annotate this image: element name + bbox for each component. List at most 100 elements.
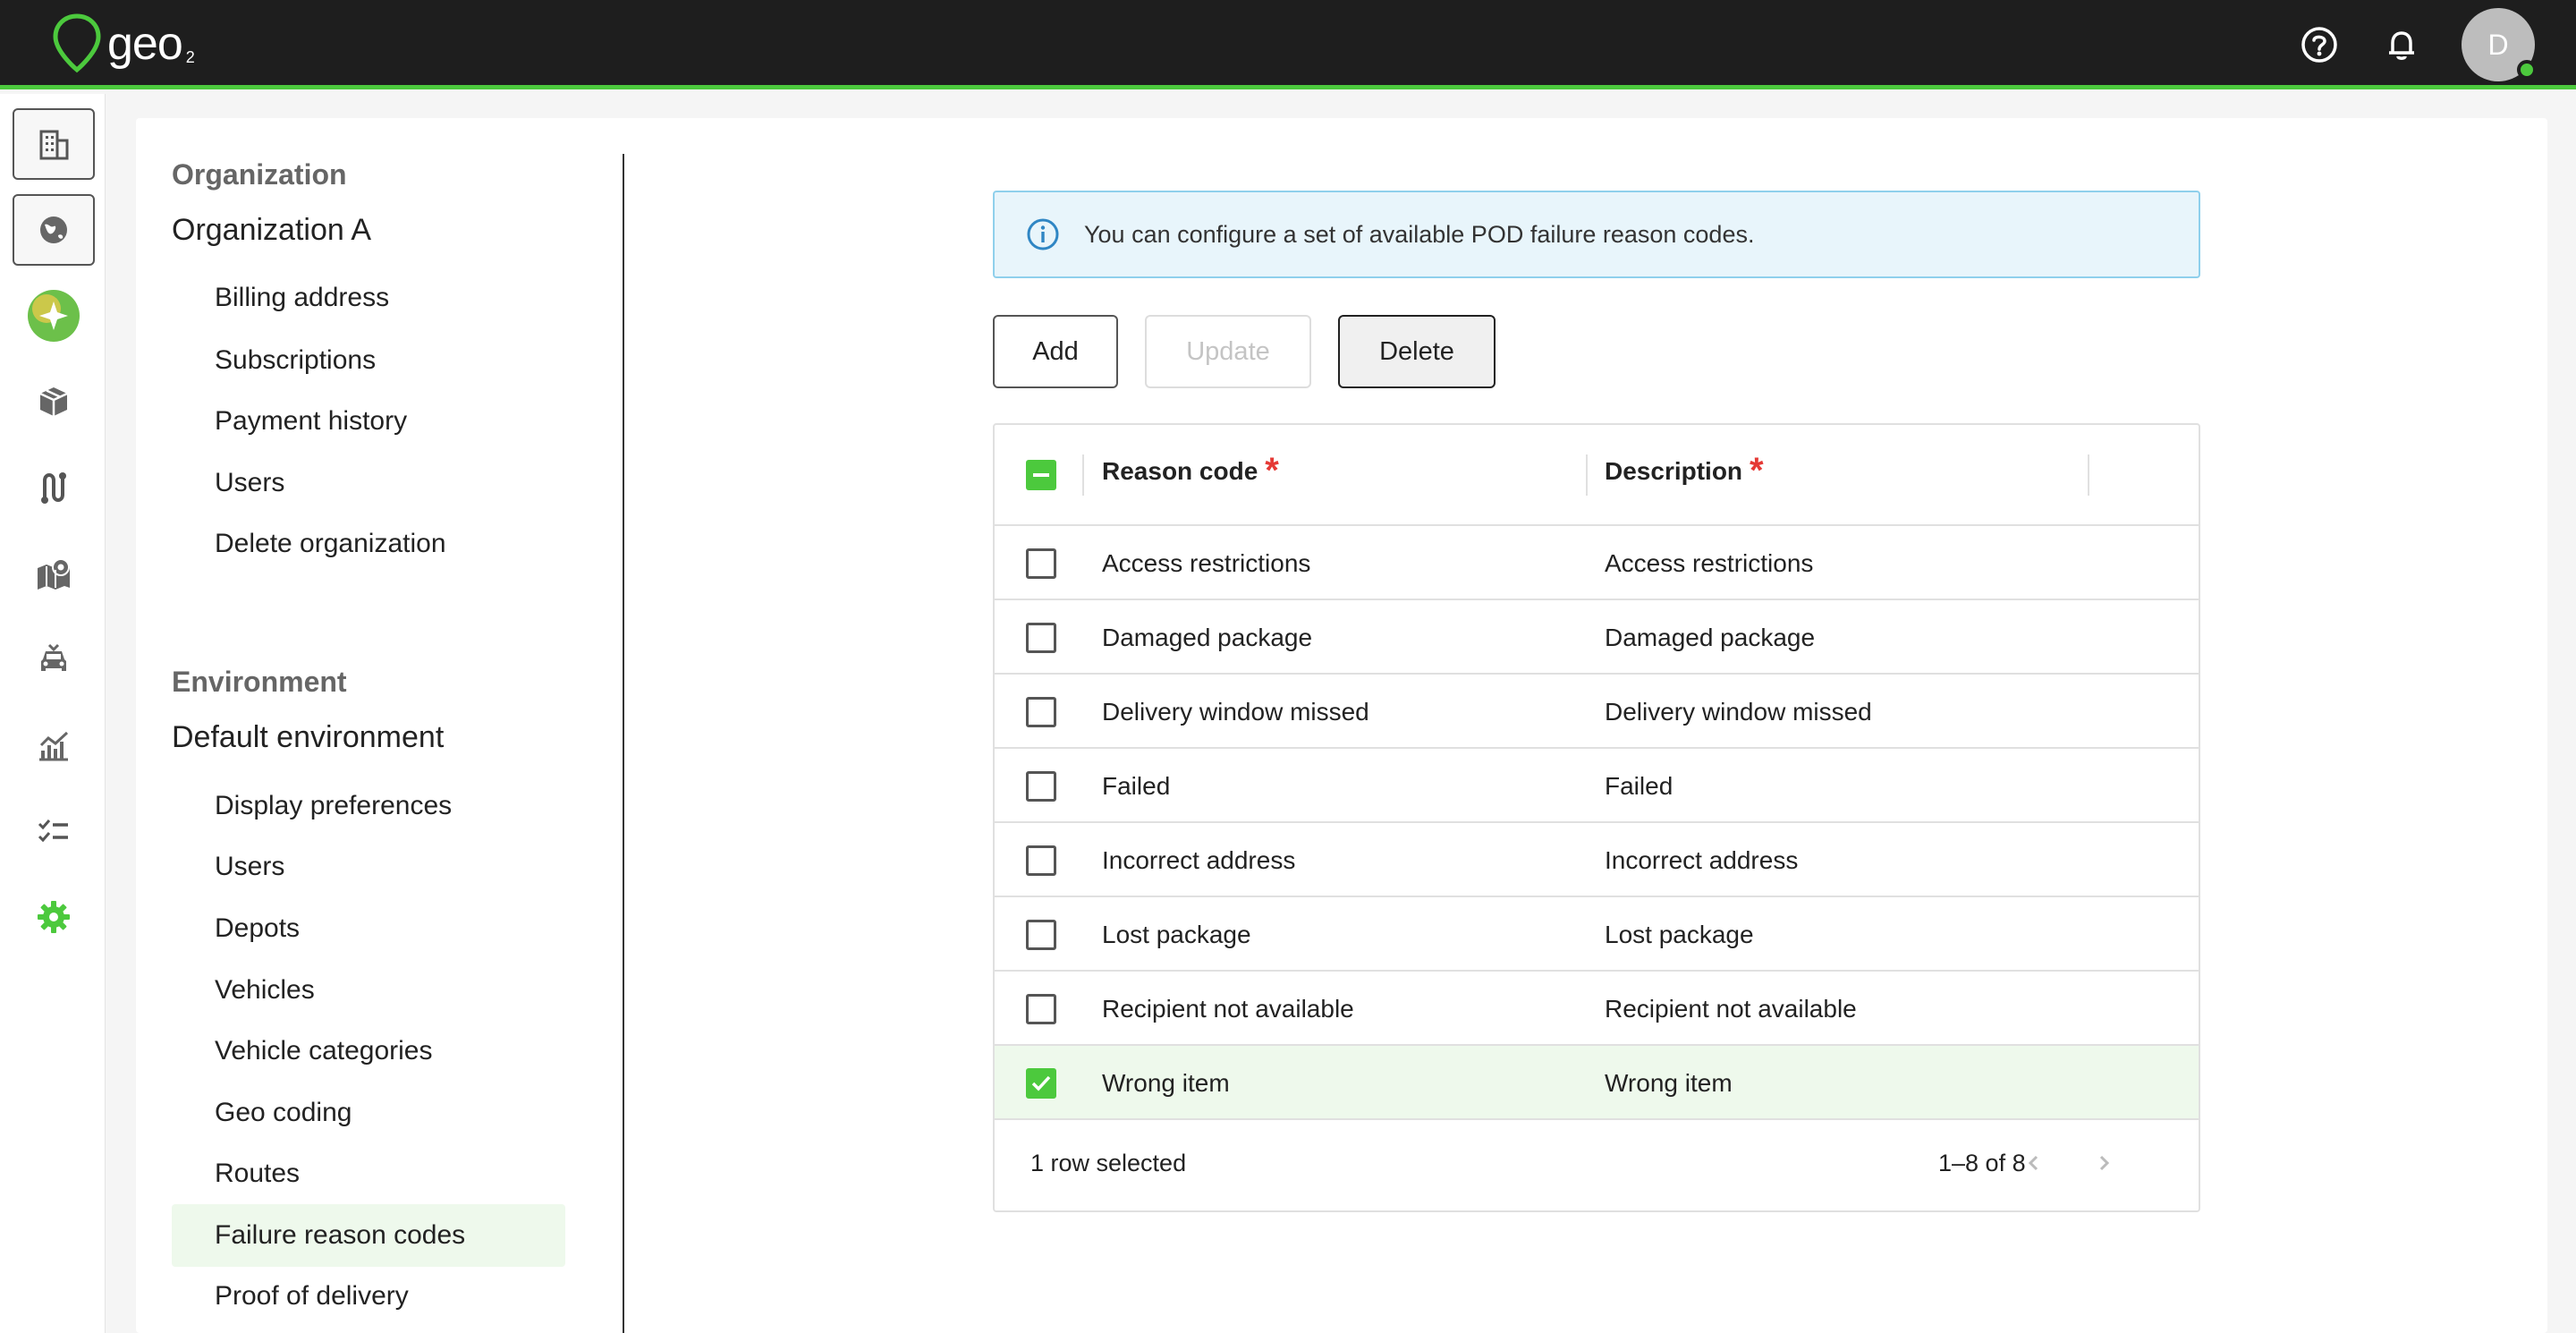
package-icon[interactable] — [13, 366, 95, 437]
table-row[interactable]: Access restrictions Access restrictions — [995, 526, 2199, 600]
description-cell[interactable]: Damaged package — [1605, 600, 1815, 675]
nav-item-depots[interactable]: Depots — [172, 897, 565, 960]
row-checkbox[interactable] — [1026, 623, 1056, 653]
reason-code-cell[interactable]: Recipient not available — [1102, 972, 1354, 1046]
nav-item-routes[interactable]: Routes — [172, 1142, 565, 1205]
nav-item-label: Display preferences — [215, 791, 453, 820]
table-row[interactable]: Incorrect address Incorrect address — [995, 823, 2199, 897]
column-separator[interactable] — [1082, 454, 1084, 496]
nav-item-label: Proof of delivery — [215, 1281, 409, 1311]
analytics-icon[interactable] — [13, 709, 95, 781]
reason-code-cell[interactable]: Incorrect address — [1102, 823, 1295, 897]
nav-item-label: Routes — [215, 1159, 301, 1188]
bell-icon[interactable] — [2380, 23, 2423, 66]
map-icon[interactable] — [13, 538, 95, 609]
reason-code-cell[interactable]: Lost package — [1102, 897, 1251, 972]
row-checkbox[interactable] — [1026, 548, 1056, 579]
nav-item-label: Geo coding — [215, 1098, 352, 1127]
alert-text: You can configure a set of available POD… — [1084, 220, 1755, 248]
environment-name: Default environment — [172, 720, 445, 754]
required-marker: * — [1265, 451, 1279, 490]
checklist-icon[interactable] — [13, 795, 95, 867]
nav-item-payment-history[interactable]: Payment history — [172, 390, 565, 453]
nav-item-delete-organization[interactable]: Delete organization — [172, 513, 565, 575]
required-marker: * — [1750, 451, 1764, 490]
description-cell[interactable]: Recipient not available — [1605, 972, 1857, 1046]
nav-item-subscriptions[interactable]: Subscriptions — [172, 329, 565, 392]
online-status-dot — [2517, 60, 2537, 80]
info-alert: You can configure a set of available POD… — [993, 191, 2200, 278]
row-checkbox-checked[interactable] — [1026, 1068, 1056, 1099]
environment-section-label: Environment — [172, 666, 347, 698]
left-navigation-rail — [0, 94, 106, 1333]
table-row[interactable]: Lost package Lost package — [995, 897, 2199, 972]
column-header-description[interactable]: Description * — [1605, 451, 1764, 490]
nav-item-label: Payment history — [215, 406, 408, 436]
next-page-icon[interactable] — [2084, 1143, 2123, 1183]
info-icon — [1027, 218, 1059, 250]
row-checkbox[interactable] — [1026, 845, 1056, 876]
nav-item-label: Delete organization — [215, 529, 446, 558]
nav-item-label: Vehicle categories — [215, 1036, 433, 1066]
description-cell[interactable]: Wrong item — [1605, 1046, 1733, 1120]
logo-subscript: 2 — [185, 47, 195, 66]
nav-item-vehicles[interactable]: Vehicles — [172, 959, 565, 1022]
reason-code-cell[interactable]: Damaged package — [1102, 600, 1312, 675]
ai-assistant-icon[interactable] — [13, 280, 95, 352]
nav-item-env-users[interactable]: Users — [172, 836, 565, 898]
add-button[interactable]: Add — [993, 315, 1118, 388]
organization-name: Organization A — [172, 213, 372, 247]
reason-code-cell[interactable]: Delivery window missed — [1102, 675, 1369, 749]
row-checkbox[interactable] — [1026, 771, 1056, 802]
globe-icon[interactable] — [13, 194, 95, 266]
nav-divider — [623, 154, 624, 1333]
description-cell[interactable]: Failed — [1605, 749, 1673, 823]
nav-item-proof-of-delivery[interactable]: Proof of delivery — [172, 1265, 565, 1328]
column-separator[interactable] — [1586, 454, 1588, 496]
update-button[interactable]: Update — [1145, 315, 1311, 388]
table-row[interactable]: Failed Failed — [995, 749, 2199, 823]
delete-button[interactable]: Delete — [1338, 315, 1496, 388]
logo-text: geo — [107, 18, 183, 70]
nav-item-vehicle-categories[interactable]: Vehicle categories — [172, 1020, 565, 1083]
row-checkbox[interactable] — [1026, 994, 1056, 1024]
organization-icon[interactable] — [13, 108, 95, 180]
previous-page-icon[interactable] — [2014, 1143, 2054, 1183]
reason-codes-table: Reason code * Description * Access restr… — [993, 423, 2200, 1212]
nav-item-failure-reason-codes[interactable]: Failure reason codes — [172, 1204, 565, 1267]
nav-item-org-users[interactable]: Users — [172, 452, 565, 514]
selection-count: 1 row selected — [1030, 1150, 1187, 1176]
reason-code-cell[interactable]: Failed — [1102, 749, 1170, 823]
checkmark-icon — [1031, 1075, 1051, 1091]
table-row[interactable]: Damaged package Damaged package — [995, 600, 2199, 675]
user-avatar[interactable]: D — [2462, 8, 2537, 81]
row-checkbox[interactable] — [1026, 697, 1056, 727]
column-header-label: Reason code — [1102, 457, 1258, 485]
help-icon[interactable] — [2298, 23, 2341, 66]
column-separator[interactable] — [2088, 454, 2089, 496]
table-row[interactable]: Recipient not available Recipient not av… — [995, 972, 2199, 1046]
description-cell[interactable]: Delivery window missed — [1605, 675, 1872, 749]
route-icon[interactable] — [13, 452, 95, 523]
vehicle-icon[interactable] — [13, 624, 95, 695]
nav-item-label: Subscriptions — [215, 345, 377, 375]
reason-code-cell[interactable]: Wrong item — [1102, 1046, 1230, 1120]
nav-item-billing-address[interactable]: Billing address — [172, 267, 565, 329]
description-cell[interactable]: Access restrictions — [1605, 526, 1813, 600]
column-header-reason-code[interactable]: Reason code * — [1102, 451, 1279, 490]
description-cell[interactable]: Lost package — [1605, 897, 1754, 972]
table-footer: 1 row selected 1–8 of 8 — [995, 1116, 2199, 1210]
nav-item-display-preferences[interactable]: Display preferences — [172, 775, 565, 837]
app-logo[interactable]: geo 2 — [52, 13, 195, 75]
organization-section-label: Organization — [172, 158, 347, 191]
table-row[interactable]: Delivery window missed Delivery window m… — [995, 675, 2199, 749]
select-all-checkbox[interactable] — [1026, 460, 1056, 490]
description-cell[interactable]: Incorrect address — [1605, 823, 1798, 897]
nav-item-label: Depots — [215, 913, 301, 943]
settings-icon[interactable] — [13, 881, 95, 953]
nav-item-geo-coding[interactable]: Geo coding — [172, 1082, 565, 1144]
nav-item-label: Users — [215, 468, 285, 497]
table-row-selected[interactable]: Wrong item Wrong item — [995, 1046, 2199, 1120]
reason-code-cell[interactable]: Access restrictions — [1102, 526, 1310, 600]
row-checkbox[interactable] — [1026, 920, 1056, 950]
